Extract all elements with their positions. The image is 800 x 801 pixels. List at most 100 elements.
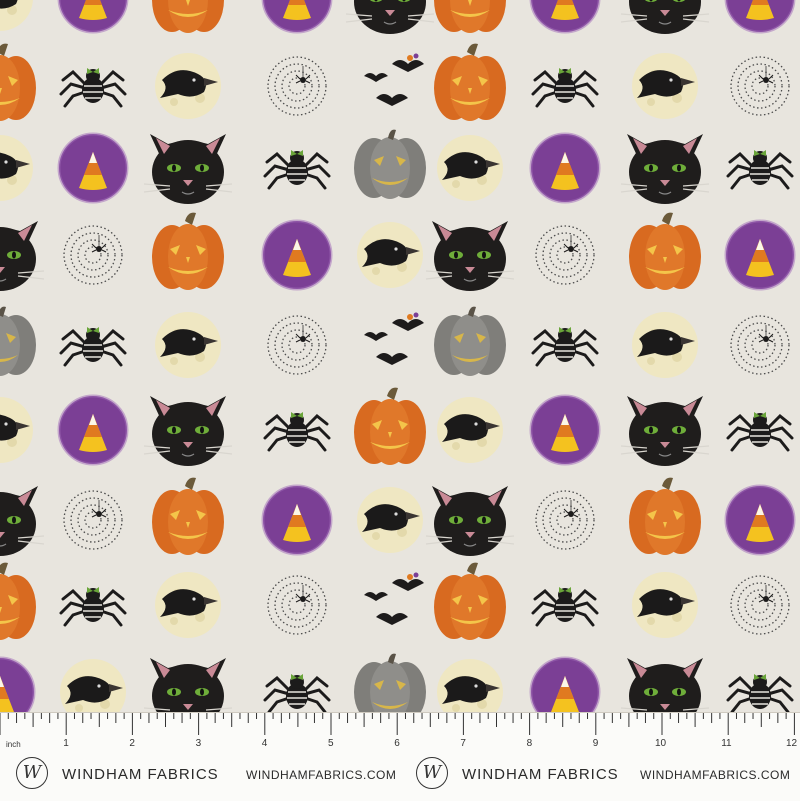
fabric-ruler: inch 1 2 3 4 5 6 7 8 9 10 11 12 W WINDHAM FABRICS W…: [0, 712, 800, 801]
spider-motif: [531, 66, 599, 108]
web-motif: [730, 56, 790, 116]
moon-motif: [155, 312, 221, 378]
cat-motif: [0, 220, 45, 292]
cat-motif: [620, 133, 710, 205]
spider-motif: [726, 148, 794, 190]
moon-motif: [0, 397, 33, 463]
spider-motif: [263, 148, 331, 190]
moon-motif: [155, 572, 221, 638]
ruler-number: 7: [460, 738, 466, 749]
pumpkin-motif: [0, 43, 36, 121]
bats-motif: [364, 572, 424, 625]
brand-url: WINDHAMFABRICS.COM: [640, 768, 791, 782]
ruler-number: 8: [526, 738, 533, 749]
ruler-number: 2: [129, 738, 135, 749]
candy-motif: [261, 0, 333, 34]
spider-motif: [531, 325, 599, 367]
pumpkin-motif: [152, 212, 224, 290]
ruler-number: 4: [261, 738, 268, 749]
pumpkin-motif: [434, 0, 506, 34]
moon-motif: [0, 0, 33, 31]
moon-motif: [155, 53, 221, 119]
candy-motif: [529, 656, 601, 712]
cat-motif: [620, 657, 710, 712]
candy-motif: [57, 0, 129, 34]
ruler-number: 6: [394, 738, 400, 749]
pumpkin-motif: [629, 477, 701, 555]
pumpkin-motif: [152, 477, 224, 555]
web-motif: [63, 490, 123, 550]
web-motif: [535, 225, 595, 285]
moon-motif: [437, 135, 503, 201]
candy-motif: [724, 0, 796, 34]
cat-motif: [0, 485, 45, 557]
pumpkin-motif: [434, 562, 506, 640]
cat-motif: [620, 0, 710, 35]
spider-motif: [726, 672, 794, 712]
cat-motif: [143, 657, 233, 712]
graypumpkin-motif: [354, 129, 426, 199]
cat-motif: [620, 395, 710, 467]
candy-motif: [57, 394, 129, 466]
cat-motif: [425, 220, 515, 292]
web-motif: [267, 575, 327, 635]
bats-motif: [364, 312, 424, 365]
spider-motif: [59, 66, 127, 108]
candy-motif: [0, 656, 36, 712]
cat-motif: [425, 485, 515, 557]
ruler-number: 11: [721, 738, 732, 749]
cat-motif: [143, 395, 233, 467]
candy-motif: [57, 132, 129, 204]
web-motif: [267, 56, 327, 116]
moon-motif: [632, 53, 698, 119]
moon-motif: [437, 397, 503, 463]
graypumpkin-motif: [0, 306, 36, 376]
moon-motif: [60, 659, 126, 712]
brand-name: WINDHAM FABRICS: [462, 766, 619, 783]
moon-motif: [357, 487, 423, 553]
candy-motif: [529, 0, 601, 34]
spider-motif: [726, 410, 794, 452]
web-motif: [267, 315, 327, 375]
candy-motif: [724, 219, 796, 291]
spider-motif: [263, 672, 331, 712]
cat-motif: [143, 133, 233, 205]
web-motif: [535, 490, 595, 550]
halloween-print-pattern: [0, 0, 796, 712]
pumpkin-motif: [0, 562, 36, 640]
candy-motif: [261, 219, 333, 291]
ruler-number: 10: [655, 738, 667, 749]
moon-motif: [357, 222, 423, 288]
spider-motif: [59, 325, 127, 367]
spider-motif: [531, 585, 599, 627]
ruler-number: 9: [592, 738, 599, 749]
web-motif: [63, 225, 123, 285]
candy-motif: [529, 132, 601, 204]
fabric-swatch: [0, 0, 800, 712]
ruler-ticks: [0, 713, 795, 735]
brand-name: WINDHAM FABRICS: [62, 766, 219, 783]
web-motif: [730, 315, 790, 375]
pumpkin-motif: [629, 212, 701, 290]
ruler-number: 3: [195, 738, 202, 749]
bats-motif: [364, 53, 424, 106]
windham-logo-icon: W: [16, 757, 48, 789]
windham-logo-icon: W: [416, 757, 448, 789]
candy-motif: [261, 484, 333, 556]
candy-motif: [529, 394, 601, 466]
moon-motif: [437, 659, 503, 712]
candy-motif: [724, 484, 796, 556]
moon-motif: [0, 135, 33, 201]
pumpkin-motif: [354, 387, 426, 465]
ruler-number: 5: [328, 738, 334, 749]
brand-url: WINDHAMFABRICS.COM: [246, 768, 397, 782]
spider-motif: [59, 585, 127, 627]
pumpkin-motif: [434, 43, 506, 121]
graypumpkin-motif: [354, 653, 426, 712]
ruler-unit-label: inch: [6, 740, 21, 749]
pumpkin-motif: [152, 0, 224, 34]
web-motif: [730, 575, 790, 635]
moon-motif: [632, 312, 698, 378]
spider-motif: [263, 410, 331, 452]
cat-motif: [345, 0, 435, 35]
